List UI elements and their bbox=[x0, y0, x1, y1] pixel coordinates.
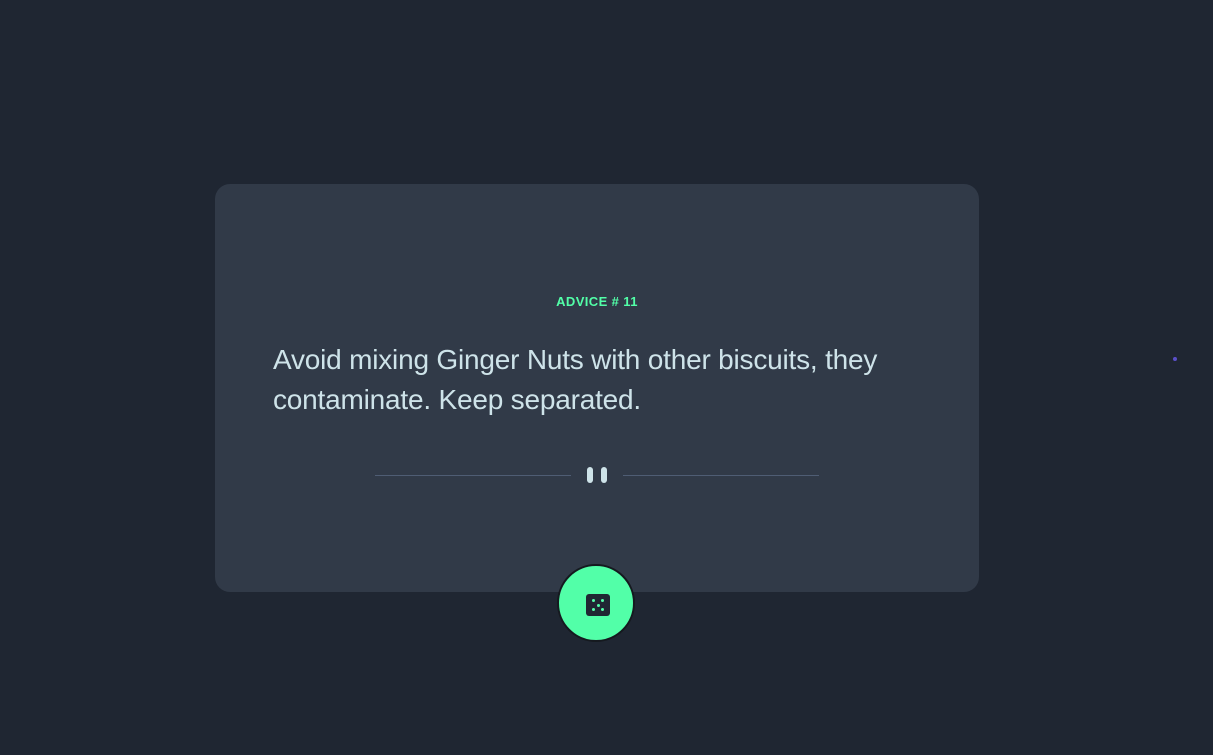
pause-icon bbox=[587, 467, 607, 483]
divider-line-right bbox=[623, 475, 819, 476]
decorative-dot bbox=[1173, 357, 1177, 361]
pause-bar-right bbox=[601, 467, 607, 483]
dice-icon bbox=[586, 594, 610, 616]
advice-number: ADVICE # 11 bbox=[556, 294, 638, 309]
pattern-divider bbox=[375, 465, 819, 485]
new-advice-button[interactable] bbox=[557, 564, 635, 642]
advice-text: Avoid mixing Ginger Nuts with other bisc… bbox=[273, 344, 878, 415]
pause-bar-left bbox=[587, 467, 593, 483]
divider-line-left bbox=[375, 475, 571, 476]
advice-card: ADVICE # 11 Avoid mixing Ginger Nuts wit… bbox=[215, 184, 979, 592]
